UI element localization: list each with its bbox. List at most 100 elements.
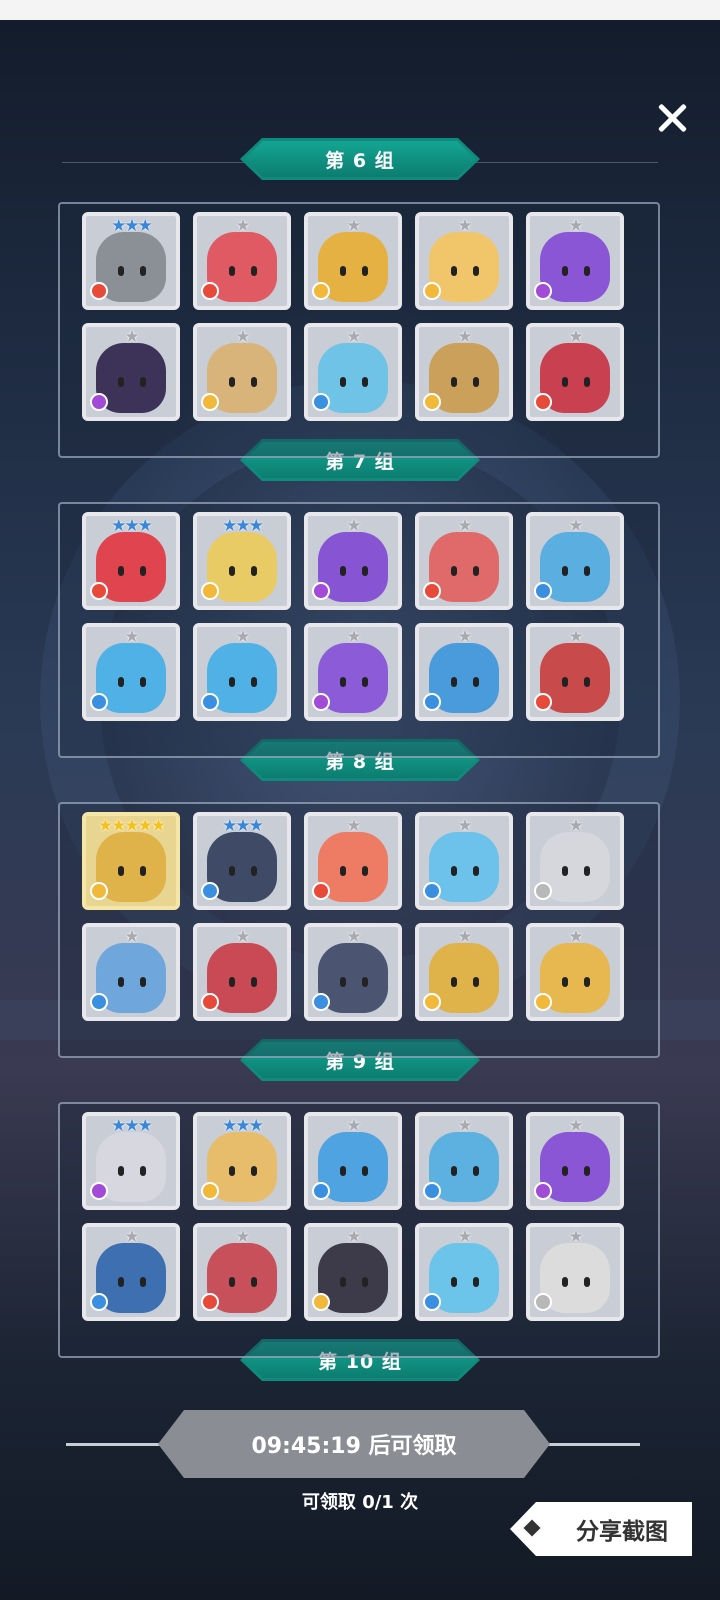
hero-card[interactable]: ★★★★★: [82, 812, 180, 910]
water-element-icon: [423, 1182, 441, 1200]
hero-eyes: [116, 377, 148, 387]
water-element-icon: [90, 1293, 108, 1311]
hero-eyes: [116, 977, 148, 987]
hero-eyes: [227, 266, 259, 276]
hero-eyes: [449, 566, 481, 576]
star-rating: ★: [568, 1116, 583, 1136]
hero-card[interactable]: ★: [526, 623, 624, 721]
fire-element-icon: [423, 582, 441, 600]
hero-card[interactable]: ★: [304, 623, 402, 721]
hero-card[interactable]: ★: [526, 512, 624, 610]
hero-eyes: [560, 566, 592, 576]
hero-eyes: [227, 866, 259, 876]
hero-card[interactable]: ★: [304, 1112, 402, 1210]
hero-card[interactable]: ★: [304, 212, 402, 310]
water-element-icon: [423, 1293, 441, 1311]
hero-card[interactable]: ★: [304, 323, 402, 421]
hero-eyes: [449, 977, 481, 987]
hero-eyes: [560, 1166, 592, 1176]
hero-card[interactable]: ★: [526, 1223, 624, 1321]
hero-card[interactable]: ★: [193, 323, 291, 421]
hero-eyes: [338, 377, 370, 387]
wind-element-icon: [534, 993, 552, 1011]
hero-card[interactable]: ★: [82, 923, 180, 1021]
hero-card[interactable]: ★: [415, 323, 513, 421]
dark-element-icon: [312, 582, 330, 600]
water-element-icon: [423, 882, 441, 900]
star-rating: ★: [457, 816, 472, 836]
hero-card[interactable]: ★★★: [82, 212, 180, 310]
star-rating: ★: [124, 627, 139, 647]
hero-card[interactable]: ★: [304, 923, 402, 1021]
hero-card[interactable]: ★: [526, 323, 624, 421]
hero-card[interactable]: ★: [415, 512, 513, 610]
dark-element-icon: [534, 282, 552, 300]
hero-card[interactable]: ★: [82, 323, 180, 421]
fire-element-icon: [201, 1293, 219, 1311]
hero-eyes: [560, 266, 592, 276]
hero-eyes: [116, 1166, 148, 1176]
star-rating: ★: [346, 927, 361, 947]
light-element-icon: [534, 882, 552, 900]
hero-card[interactable]: ★★★: [193, 512, 291, 610]
hero-card[interactable]: ★★★: [193, 812, 291, 910]
hero-card[interactable]: ★: [415, 923, 513, 1021]
hero-card[interactable]: ★★★: [82, 512, 180, 610]
hero-card[interactable]: ★: [526, 1112, 624, 1210]
wind-element-icon: [423, 993, 441, 1011]
hero-card[interactable]: ★: [304, 812, 402, 910]
star-rating: ★: [568, 516, 583, 536]
hero-card[interactable]: ★: [82, 623, 180, 721]
star-rating: ★: [235, 327, 250, 347]
hero-card[interactable]: ★★★: [82, 1112, 180, 1210]
dark-element-icon: [90, 393, 108, 411]
hero-card[interactable]: ★: [415, 812, 513, 910]
hero-card[interactable]: ★: [415, 623, 513, 721]
hero-eyes: [449, 1277, 481, 1287]
hero-card[interactable]: ★: [304, 512, 402, 610]
claim-timer-text: 09:45:19 后可领取: [251, 1434, 457, 1459]
star-rating: ★: [457, 1116, 472, 1136]
claim-button[interactable]: 09:45:19 后可领取: [158, 1410, 550, 1478]
fire-element-icon: [90, 582, 108, 600]
hero-card[interactable]: ★: [193, 1223, 291, 1321]
hero-card[interactable]: ★: [193, 623, 291, 721]
hero-card[interactable]: ★: [526, 923, 624, 1021]
star-rating: ★: [457, 327, 472, 347]
star-rating: ★: [568, 1227, 583, 1247]
hero-eyes: [116, 1277, 148, 1287]
fire-element-icon: [534, 693, 552, 711]
hero-card[interactable]: ★: [415, 1223, 513, 1321]
hero-card[interactable]: ★: [415, 212, 513, 310]
hero-eyes: [560, 977, 592, 987]
hero-eyes: [449, 377, 481, 387]
hero-eyes: [338, 1166, 370, 1176]
water-element-icon: [312, 1182, 330, 1200]
hero-card[interactable]: ★: [304, 1223, 402, 1321]
star-rating: ★: [124, 1227, 139, 1247]
hero-card[interactable]: ★: [526, 212, 624, 310]
close-icon[interactable]: [650, 96, 694, 140]
hero-eyes: [116, 566, 148, 576]
hero-eyes: [338, 1277, 370, 1287]
star-rating: ★: [346, 816, 361, 836]
hero-eyes: [227, 677, 259, 687]
hero-card[interactable]: ★★★: [193, 1112, 291, 1210]
hero-card[interactable]: ★: [415, 1112, 513, 1210]
hero-card[interactable]: ★: [82, 1223, 180, 1321]
share-screenshot-button[interactable]: 分享截图: [510, 1502, 692, 1556]
hero-eyes: [449, 677, 481, 687]
wind-element-icon: [423, 282, 441, 300]
star-rating: ★: [346, 327, 361, 347]
hero-eyes: [338, 866, 370, 876]
wind-element-icon: [201, 393, 219, 411]
star-rating: ★: [346, 627, 361, 647]
star-rating: ★: [124, 327, 139, 347]
hero-card[interactable]: ★: [526, 812, 624, 910]
wind-element-icon: [312, 1293, 330, 1311]
hero-card[interactable]: ★: [193, 923, 291, 1021]
hero-card[interactable]: ★: [193, 212, 291, 310]
star-rating: ★★★: [222, 516, 264, 536]
wind-element-icon: [201, 582, 219, 600]
star-rating: ★: [457, 1227, 472, 1247]
